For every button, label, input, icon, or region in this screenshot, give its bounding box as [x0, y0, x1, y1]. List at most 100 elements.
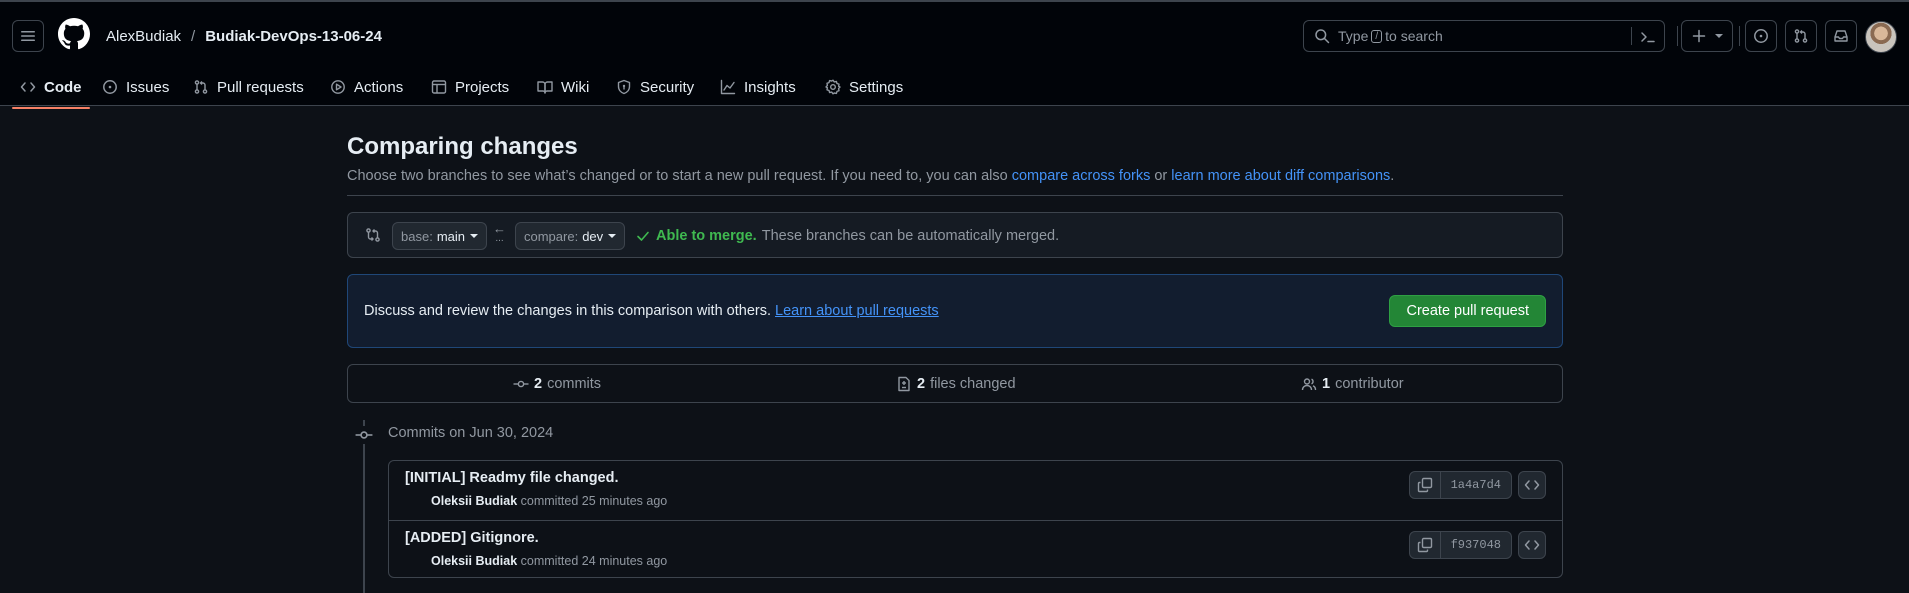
learn-diff-comparisons-link[interactable]: learn more about diff comparisons: [1171, 168, 1390, 184]
contributors-stat[interactable]: 1 contributor: [1301, 376, 1404, 392]
tab-security-label: Security: [640, 78, 695, 96]
hamburger-icon: [21, 31, 35, 41]
branch-range-bar: base: main ← ... compare: dev Able to me…: [347, 212, 1563, 258]
code-icon: [1524, 540, 1540, 550]
search-input[interactable]: Type / to search: [1303, 20, 1665, 52]
commit-icon: [513, 380, 529, 388]
commit-row: [INITIAL] Readmy file changed. Oleksii B…: [389, 461, 1562, 520]
description-text: Choose two branches to see what’s change…: [347, 168, 1012, 184]
pull-requests-button[interactable]: [1785, 20, 1817, 52]
contributors-count: 1: [1322, 376, 1331, 392]
header-divider: [1739, 26, 1740, 46]
play-icon: [331, 80, 345, 94]
inbox-icon: [1834, 30, 1848, 42]
pull-request-icon: [194, 80, 208, 94]
tab-wiki[interactable]: Wiki: [529, 66, 597, 108]
commit-sha-group: f937048: [1408, 531, 1512, 559]
tab-security[interactable]: Security: [608, 66, 702, 108]
commit-meta: Oleksii Budiak committed 24 minutes ago: [431, 554, 667, 568]
inbox-button[interactable]: [1825, 20, 1857, 52]
commit-action: committed: [520, 554, 579, 568]
pull-request-flash: Discuss and review the changes in this c…: [347, 274, 1563, 348]
tab-actions-label: Actions: [354, 78, 404, 96]
tab-pull-requests[interactable]: Pull requests: [185, 66, 312, 108]
tab-projects-label: Projects: [455, 78, 510, 96]
tab-pull-requests-label: Pull requests: [217, 78, 304, 96]
github-logo[interactable]: [58, 18, 90, 50]
commit-meta: Oleksii Budiak committed 25 minutes ago: [431, 494, 667, 508]
search-icon: [1315, 29, 1330, 44]
plus-icon: [1692, 29, 1706, 43]
user-avatar[interactable]: [1865, 21, 1897, 53]
pull-request-icon: [1794, 29, 1808, 43]
commit-title-link[interactable]: [INITIAL] Readmy file changed.: [405, 470, 619, 486]
breadcrumb-owner-link[interactable]: AlexBudiak: [106, 28, 181, 45]
caret-down-icon: [608, 234, 617, 238]
tab-issues[interactable]: Issues: [94, 66, 177, 108]
merge-status-text: These branches can be automatically merg…: [761, 228, 1060, 244]
header-top-bar: AlexBudiak / Budiak-DevOps-13-06-24 Type…: [0, 4, 1909, 66]
create-pull-request-button[interactable]: Create pull request: [1389, 295, 1546, 327]
tab-settings[interactable]: Settings: [817, 66, 911, 108]
commit-author[interactable]: Oleksii Budiak: [431, 554, 517, 568]
repo-nav-tabs: Code Issues Pull requests Actions Projec…: [0, 66, 1909, 109]
create-new-button[interactable]: [1681, 20, 1733, 52]
divider: [347, 195, 1563, 196]
description-end: .: [1390, 168, 1395, 184]
code-icon: [1524, 480, 1540, 490]
search-divider: [1631, 27, 1632, 45]
commit-sha-link[interactable]: f937048: [1440, 531, 1512, 559]
search-shortcut-key: /: [1371, 29, 1383, 43]
compare-branch-select[interactable]: compare: dev: [515, 222, 626, 250]
page-title: Comparing changes: [347, 133, 578, 160]
issues-button[interactable]: [1745, 20, 1777, 52]
code-icon: [20, 82, 36, 92]
breadcrumb-repo-link[interactable]: Budiak-DevOps-13-06-24: [205, 28, 382, 45]
commit-time: 24 minutes ago: [581, 554, 668, 568]
graph-icon: [720, 79, 736, 95]
tab-code[interactable]: Code: [12, 66, 90, 109]
table-icon: [431, 80, 447, 94]
compare-arrow: ← ...: [493, 222, 506, 244]
tab-settings-label: Settings: [849, 78, 904, 96]
browse-repo-at-commit-button[interactable]: [1518, 471, 1546, 499]
commits-stat[interactable]: 2 commits: [513, 376, 601, 392]
base-branch-label: base:: [401, 228, 433, 244]
issue-icon: [1754, 29, 1768, 43]
header-divider: [1677, 26, 1678, 46]
copy-sha-button[interactable]: [1408, 471, 1441, 499]
commit-row: [ADDED] Gitignore. Oleksii Budiak commit…: [389, 520, 1562, 577]
merge-ok-text: Able to merge.: [656, 228, 757, 244]
files-changed-stat[interactable]: 2 files changed: [896, 376, 1016, 392]
compare-branch-label: compare:: [524, 228, 579, 244]
book-icon: [537, 81, 553, 94]
commit-title-link[interactable]: [ADDED] Gitignore.: [405, 530, 539, 546]
shield-icon: [617, 79, 631, 95]
browse-repo-at-commit-button[interactable]: [1518, 531, 1546, 559]
people-icon: [1301, 378, 1317, 391]
tab-insights-label: Insights: [744, 78, 796, 96]
description-or: or: [1150, 168, 1172, 184]
tab-actions[interactable]: Actions: [322, 66, 411, 108]
tab-projects[interactable]: Projects: [423, 66, 517, 108]
copy-icon: [1417, 537, 1432, 553]
app-header: AlexBudiak / Budiak-DevOps-13-06-24 Type…: [0, 0, 1909, 109]
git-compare-icon: [366, 228, 380, 242]
commit-time: 25 minutes ago: [581, 494, 668, 508]
tab-issues-label: Issues: [126, 78, 170, 96]
search-placeholder-prefix: Type: [1338, 28, 1369, 44]
commit-sha-link[interactable]: 1a4a7d4: [1440, 471, 1512, 499]
commit-author[interactable]: Oleksii Budiak: [431, 494, 517, 508]
files-count: 2: [917, 376, 926, 392]
copy-sha-button[interactable]: [1408, 531, 1441, 559]
compare-across-forks-link[interactable]: compare across forks: [1012, 168, 1151, 184]
base-branch-select[interactable]: base: main: [392, 222, 487, 250]
tab-wiki-label: Wiki: [561, 78, 590, 96]
gear-icon: [825, 79, 841, 95]
tab-insights[interactable]: Insights: [712, 66, 804, 108]
hamburger-menu-button[interactable]: [12, 20, 44, 52]
breadcrumb: AlexBudiak / Budiak-DevOps-13-06-24: [106, 26, 382, 46]
commits-label: commits: [547, 376, 602, 392]
learn-pull-requests-link[interactable]: Learn about pull requests: [775, 303, 939, 319]
terminal-icon[interactable]: [1640, 29, 1656, 45]
